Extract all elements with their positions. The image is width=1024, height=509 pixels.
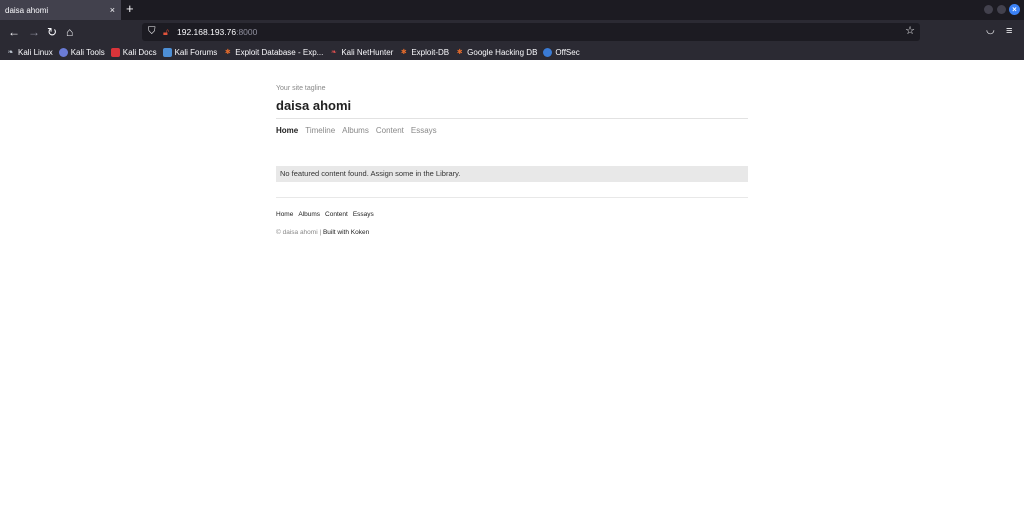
bookmark-kali-forums[interactable]: Kali Forums (162, 47, 218, 57)
bookmark-kali-linux[interactable]: ❧ Kali Linux (6, 48, 53, 57)
url-text[interactable]: 192.168.193.76:8000 (177, 26, 257, 38)
footer-link-essays[interactable]: Essays (353, 211, 374, 218)
bookmark-exploit-db[interactable]: ✱ Exploit-DB (399, 48, 449, 57)
insecure-lock-icon[interactable]: 🔓︎ (163, 25, 169, 39)
maximize-icon[interactable] (997, 5, 1006, 14)
tab-bar: daisa ahomi × + × (0, 0, 1024, 20)
minimize-icon[interactable] (984, 5, 993, 14)
header-divider (276, 118, 748, 119)
copyright: © daisa ahomi | Built with Koken (276, 229, 369, 236)
bookmark-label: Kali Docs (122, 47, 157, 57)
forward-arrow-icon[interactable]: → (28, 24, 40, 40)
bookmark-kali-docs[interactable]: Kali Docs (110, 47, 157, 57)
tracking-shield-icon[interactable]: ⛉ (148, 25, 156, 39)
window-close-icon[interactable]: × (1009, 4, 1020, 15)
bookmark-label: Exploit-DB (411, 47, 450, 57)
bookmark-label: OffSec (555, 47, 580, 57)
site-title[interactable]: daisa ahomi (276, 98, 351, 113)
kali-forums-icon (162, 47, 172, 57)
site-tagline: Your site tagline (276, 85, 326, 92)
reload-icon[interactable]: ↻ (47, 24, 57, 40)
hamburger-menu-icon[interactable]: ≡ (1006, 24, 1012, 38)
bookmark-exploit-database[interactable]: ✱ Exploit Database - Exp... (223, 48, 323, 57)
empty-featured-notice: No featured content found. Assign some i… (276, 166, 748, 182)
bookmark-kali-nethunter[interactable]: ❧ Kali NetHunter (329, 48, 393, 57)
nethunter-icon: ❧ (330, 48, 337, 56)
nav-link-home[interactable]: Home (276, 126, 298, 135)
new-tab-icon[interactable]: + (126, 2, 134, 16)
exploit-db-icon: ✱ (456, 48, 463, 56)
home-icon[interactable]: ⌂ (66, 24, 73, 40)
bookmark-star-icon[interactable]: ☆ (905, 24, 915, 39)
pocket-icon[interactable]: ◡ (986, 24, 995, 38)
exploit-db-icon: ✱ (224, 48, 231, 56)
kali-tools-icon (58, 47, 68, 57)
footer-link-content[interactable]: Content (325, 211, 348, 218)
kali-docs-icon (110, 47, 120, 57)
nav-link-albums[interactable]: Albums (342, 126, 369, 135)
nav-link-essays[interactable]: Essays (411, 126, 437, 135)
url-host: 192.168.193.76 (177, 27, 237, 37)
nav-link-content[interactable]: Content (376, 126, 404, 135)
bookmark-label: Exploit Database - Exp... (235, 47, 324, 57)
built-with-koken-link[interactable]: Built with Koken (323, 229, 369, 236)
kali-dragon-icon: ❧ (7, 48, 14, 56)
footer-nav: Home Albums Content Essays (276, 211, 379, 218)
bookmark-label: Kali Linux (18, 47, 53, 57)
copyright-text: © daisa ahomi | (276, 229, 322, 236)
tab-title: daisa ahomi (5, 5, 49, 15)
footer-divider (276, 197, 748, 198)
bookmark-offsec[interactable]: OffSec (543, 47, 580, 57)
bookmark-kali-tools[interactable]: Kali Tools (58, 47, 105, 57)
bookmark-label: Google Hacking DB (467, 47, 538, 57)
main-nav: Home Timeline Albums Content Essays (276, 126, 444, 135)
browser-tab[interactable]: daisa ahomi × (0, 0, 121, 20)
footer-link-albums[interactable]: Albums (298, 211, 320, 218)
bookmark-label: Kali NetHunter (341, 47, 394, 57)
back-arrow-icon[interactable]: ← (8, 24, 20, 40)
footer-link-home[interactable]: Home (276, 211, 293, 218)
bookmarks-toolbar: ❧ Kali Linux Kali Tools Kali Docs Kali Fo… (0, 44, 1024, 60)
url-port: :8000 (236, 27, 258, 37)
address-bar[interactable]: ⛉ 🔓︎ 192.168.193.76:8000 ☆ (142, 23, 920, 41)
bookmark-label: Kali Forums (174, 47, 218, 57)
close-icon[interactable]: × (110, 4, 115, 16)
bookmark-label: Kali Tools (70, 47, 105, 57)
bookmark-google-hacking-db[interactable]: ✱ Google Hacking DB (455, 47, 538, 57)
offsec-icon (543, 47, 553, 57)
nav-link-timeline[interactable]: Timeline (305, 126, 335, 135)
exploit-db-icon: ✱ (400, 48, 407, 56)
